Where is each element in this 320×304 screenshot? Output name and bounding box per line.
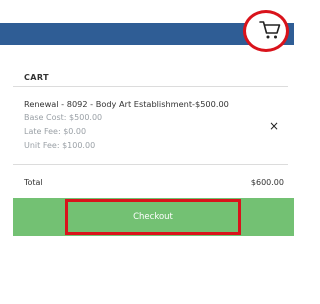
divider (13, 164, 288, 165)
total-value: $600.00 (250, 178, 284, 187)
remove-item-button[interactable]: × (267, 119, 281, 133)
base-cost: Base Cost: $500.00 (24, 113, 103, 122)
top-bar (0, 0, 294, 56)
unit-fee: Unit Fee: $100.00 (24, 141, 96, 150)
total-label: Total (24, 178, 43, 187)
checkout-button[interactable]: Checkout (65, 199, 241, 235)
cart-heading: CART (24, 73, 49, 82)
divider (13, 86, 288, 87)
late-fee: Late Fee: $0.00 (24, 127, 87, 136)
cart-item-title: Renewal - 8092 - Body Art Establishment-… (24, 99, 229, 109)
shopping-cart-icon-graphic (259, 21, 281, 39)
shopping-cart-icon[interactable] (259, 20, 281, 40)
